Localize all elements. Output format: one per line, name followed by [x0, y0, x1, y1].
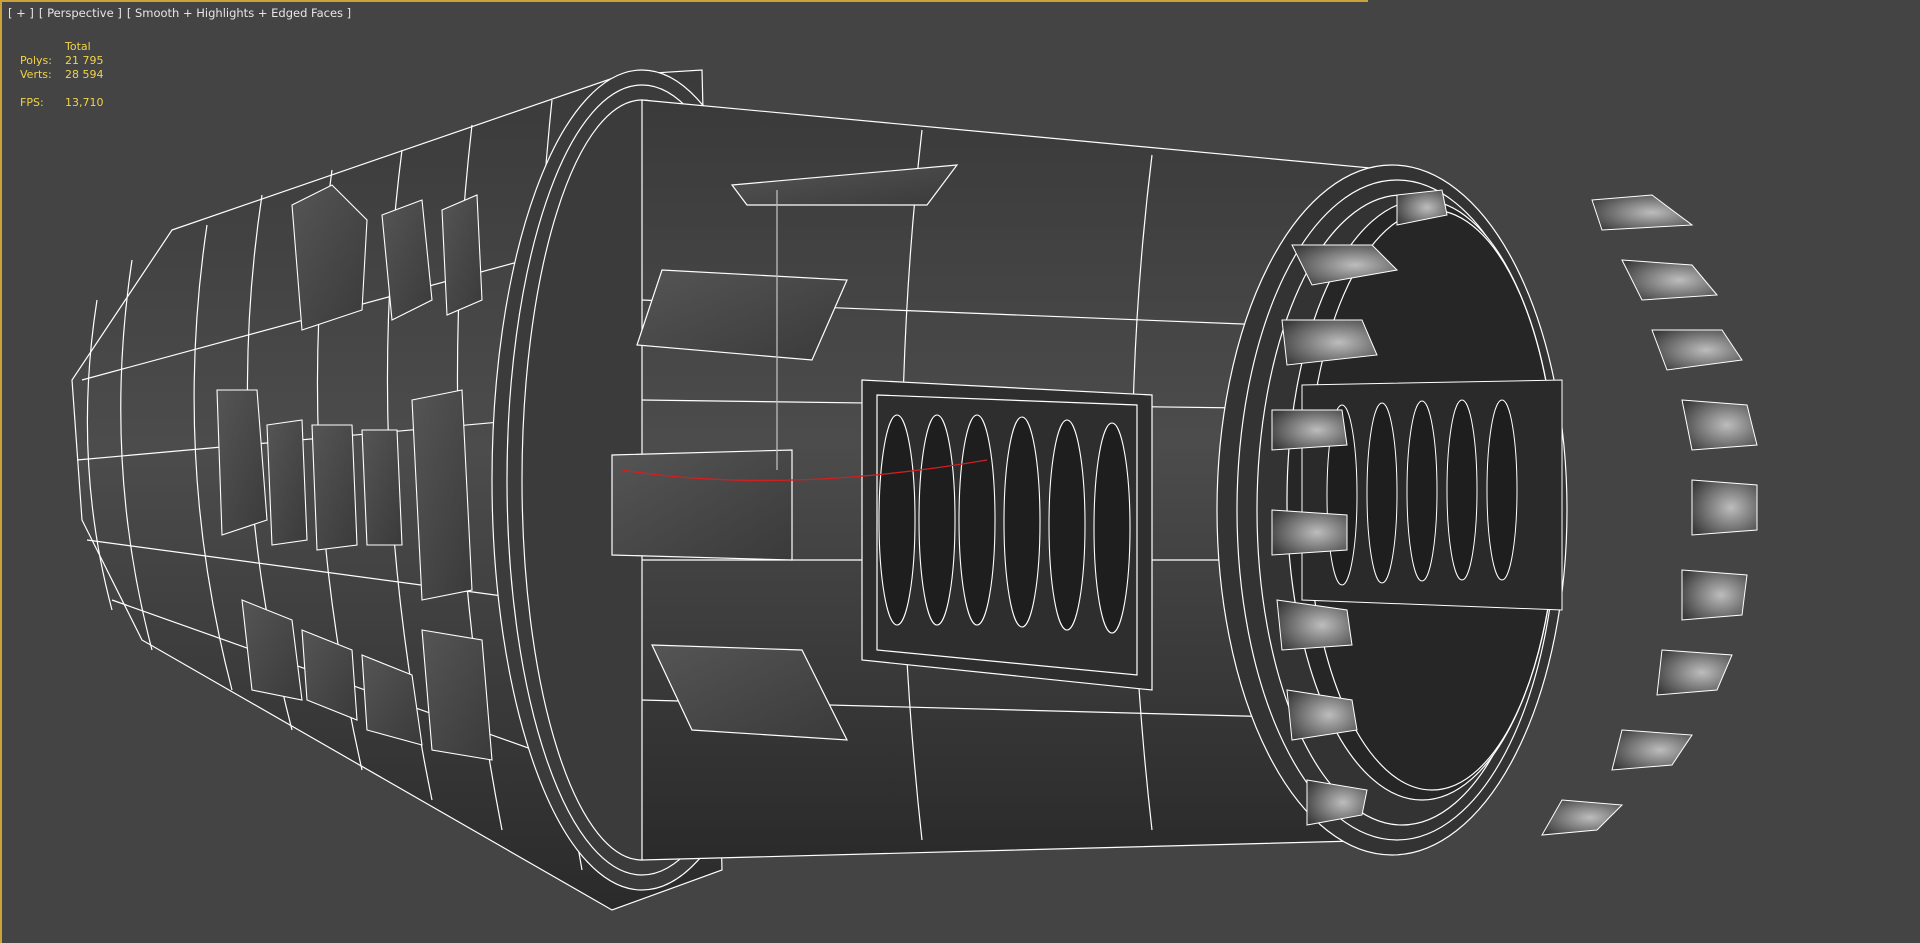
fps-label: FPS: — [20, 96, 44, 109]
viewport-scene[interactable] — [2, 0, 1920, 943]
verts-label: Verts: — [20, 68, 52, 81]
polys-row: Polys: 21 795 — [20, 54, 104, 68]
stats-header-row: Total — [20, 40, 104, 54]
stats-gap — [20, 82, 104, 96]
shading-mode-label[interactable]: [ Smooth + Highlights + Edged Faces ] — [127, 6, 351, 20]
verts-value: 28 594 — [65, 68, 104, 81]
statistics-overlay: Total Polys: 21 795 Verts: 28 594 FPS: 1… — [20, 40, 104, 110]
fps-value: 13,710 — [65, 96, 104, 109]
viewport-menu-button[interactable]: [ + ] — [8, 6, 34, 20]
verts-row: Verts: 28 594 — [20, 68, 104, 82]
polys-value: 21 795 — [65, 54, 104, 67]
stats-header: Total — [65, 40, 91, 53]
view-name-label[interactable]: [ Perspective ] — [39, 6, 122, 20]
fps-row: FPS: 13,710 — [20, 96, 104, 110]
polys-label: Polys: — [20, 54, 52, 67]
viewport-label[interactable]: [ + ] [ Perspective ] [ Smooth + Highlig… — [8, 6, 351, 20]
perspective-viewport[interactable]: [ + ] [ Perspective ] [ Smooth + Highlig… — [0, 0, 1920, 943]
stats-header-spacer — [20, 40, 65, 54]
